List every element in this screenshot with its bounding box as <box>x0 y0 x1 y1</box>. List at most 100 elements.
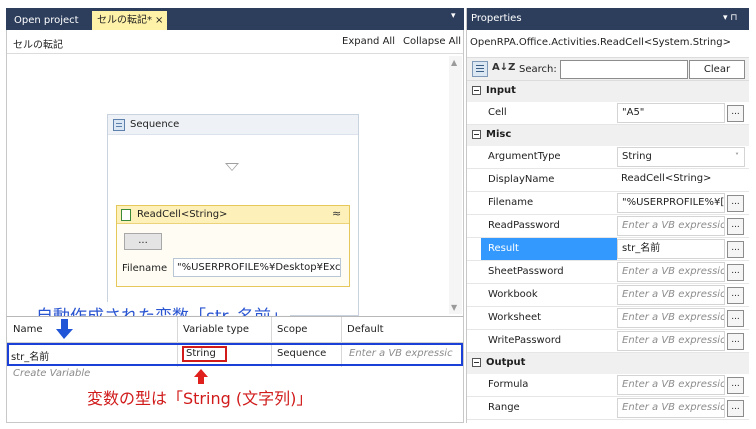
variables-grid: Name Variable type Scope Default str_名前 … <box>6 316 464 423</box>
result-value-input[interactable]: str_名前 <box>617 239 725 259</box>
variables-header-row: Name Variable type Scope Default <box>7 317 463 343</box>
write-password-input[interactable]: Enter a VB expressio <box>617 331 725 351</box>
argument-type-select[interactable]: String ˅ <box>617 147 745 167</box>
tab-active-label: セルの転記* <box>97 15 152 26</box>
property-row-filename[interactable]: Filename "%USERPROFILE%¥[ ... <box>467 192 749 215</box>
workbook-input[interactable]: Enter a VB expressio <box>617 285 725 305</box>
write-password-expression-button[interactable]: ... <box>727 333 744 350</box>
close-icon[interactable]: × <box>155 15 163 26</box>
property-row-result[interactable]: Result str_名前 ... <box>467 238 749 261</box>
property-name: Worksheet <box>488 312 542 323</box>
cell-value-input[interactable]: "A5" <box>617 103 725 123</box>
excel-icon <box>121 209 131 221</box>
scroll-up-icon[interactable]: ▲ <box>451 58 457 67</box>
category-misc[interactable]: Misc <box>467 125 749 146</box>
table-row[interactable]: str_名前 String Sequence Enter a VB expres… <box>7 343 463 366</box>
collapse-icon[interactable] <box>472 130 481 139</box>
read-password-expression-button[interactable]: ... <box>727 218 744 235</box>
property-name: WritePassword <box>488 335 562 346</box>
result-expression-button[interactable]: ... <box>727 241 744 258</box>
range-expression-button[interactable]: ... <box>727 400 744 417</box>
properties-toolbar: A↓Z Search: Clear <box>467 57 749 81</box>
variable-type-cell[interactable]: String <box>186 348 216 359</box>
property-name: ArgumentType <box>488 151 561 162</box>
property-name: Filename <box>488 197 534 208</box>
argument-type-value: String <box>622 151 652 162</box>
filename-input[interactable]: "%USERPROFILE%¥Desktop¥Exc <box>173 258 341 277</box>
create-variable-row[interactable]: Create Variable <box>13 368 90 379</box>
clear-search-button[interactable]: Clear <box>689 60 745 79</box>
workbook-expression-button[interactable]: ... <box>727 287 744 304</box>
property-row-formula[interactable]: Formula Enter a VB expressio ... <box>467 374 749 397</box>
sequence-title: Sequence <box>130 119 180 130</box>
property-row-worksheet[interactable]: Worksheet Enter a VB expressio ... <box>467 307 749 330</box>
annotation-variable-type: 変数の型は「String (文字列)」 <box>87 389 313 408</box>
column-header-scope[interactable]: Scope <box>277 324 307 335</box>
designer-header: セルの転記 Expand All Collapse All <box>7 30 463 54</box>
worksheet-input[interactable]: Enter a VB expressio <box>617 308 725 328</box>
property-row-cell[interactable]: Cell "A5" ... <box>467 102 749 125</box>
property-row-argumenttype[interactable]: ArgumentType String ˅ <box>467 146 749 169</box>
variable-scope-cell[interactable]: Sequence <box>277 348 326 359</box>
category-output[interactable]: Output <box>467 353 749 374</box>
column-header-variable-type[interactable]: Variable type <box>183 324 249 335</box>
activity-type-name: OpenRPA.Office.Activities.ReadCell<Syste… <box>470 37 731 48</box>
column-header-default[interactable]: Default <box>347 324 384 335</box>
drop-target-arrow-icon <box>225 163 239 171</box>
category-label: Output <box>486 357 526 368</box>
collapse-all-link[interactable]: Collapse All <box>403 36 461 47</box>
property-name: Range <box>488 402 520 413</box>
property-name: Workbook <box>488 289 538 300</box>
worksheet-expression-button[interactable]: ... <box>727 310 744 327</box>
display-name-input[interactable]: ReadCell<String> <box>617 170 745 190</box>
formula-input[interactable]: Enter a VB expressio <box>617 375 725 395</box>
browse-file-button[interactable]: ... <box>124 233 162 250</box>
designer-scrollbar[interactable]: ▲ ▼ <box>449 56 462 314</box>
column-header-name[interactable]: Name <box>13 324 43 335</box>
property-row-readpassword[interactable]: ReadPassword Enter a VB expressio ... <box>467 215 749 238</box>
properties-title-bar: Properties ▾ ⊓ <box>467 8 749 30</box>
sequence-activity[interactable]: Sequence ReadCell<String> ≈ ... Filename… <box>107 114 359 316</box>
collapse-icon[interactable] <box>472 358 481 367</box>
sheet-password-input[interactable]: Enter a VB expressio <box>617 262 725 282</box>
range-input[interactable]: Enter a VB expressio <box>617 398 725 418</box>
read-password-input[interactable]: Enter a VB expressio <box>617 216 725 236</box>
filename-expression-button[interactable]: ... <box>727 195 744 212</box>
property-name: ReadPassword <box>488 220 560 231</box>
property-row-sheetpassword[interactable]: SheetPassword Enter a VB expressio ... <box>467 261 749 284</box>
cell-expression-button[interactable]: ... <box>727 105 744 122</box>
sequence-header: Sequence <box>108 115 358 135</box>
readcell-header: ReadCell<String> ≈ <box>117 206 349 224</box>
breadcrumb[interactable]: セルの転記 <box>13 36 63 51</box>
expand-all-link[interactable]: Expand All <box>342 36 395 47</box>
pin-icon[interactable]: ▾ ⊓ <box>723 13 737 23</box>
tab-open-project[interactable]: Open project <box>9 11 84 30</box>
category-input[interactable]: Input <box>467 81 749 102</box>
property-row-workbook[interactable]: Workbook Enter a VB expressio ... <box>467 284 749 307</box>
property-search-input[interactable] <box>560 60 688 79</box>
properties-pane: Properties ▾ ⊓ OpenRPA.Office.Activities… <box>466 8 749 423</box>
sort-alphabetical-icon[interactable]: A↓Z <box>492 62 515 73</box>
scroll-down-icon[interactable]: ▼ <box>451 303 457 312</box>
tab-active-workflow[interactable]: セルの転記* × <box>92 11 168 30</box>
collapse-icon[interactable] <box>472 86 481 95</box>
property-row-displayname[interactable]: DisplayName ReadCell<String> <box>467 169 749 192</box>
tab-dropdown-icon[interactable]: ▾ <box>451 11 456 21</box>
categorized-view-icon[interactable] <box>472 61 488 77</box>
property-row-writepassword[interactable]: WritePassword Enter a VB expressio ... <box>467 330 749 353</box>
property-row-range[interactable]: Range Enter a VB expressio ... <box>467 397 749 420</box>
property-name: SheetPassword <box>488 266 564 277</box>
readcell-activity[interactable]: ReadCell<String> ≈ ... Filename "%USERPR… <box>116 205 350 287</box>
property-name: Formula <box>488 379 529 390</box>
search-label: Search: <box>519 64 557 75</box>
variable-default-cell[interactable]: Enter a VB expressic <box>349 348 453 359</box>
formula-expression-button[interactable]: ... <box>727 377 744 394</box>
variable-name-cell[interactable]: str_名前 <box>11 348 49 363</box>
collapse-chevron-icon[interactable]: ≈ <box>332 207 341 220</box>
property-name: Cell <box>488 107 507 118</box>
category-label: Misc <box>486 129 512 140</box>
app-window: Open project セルの転記* × ▾ セルの転記 Expand All … <box>6 8 749 423</box>
sheet-password-expression-button[interactable]: ... <box>727 264 744 281</box>
properties-title: Properties <box>471 13 522 24</box>
filename-value-input[interactable]: "%USERPROFILE%¥[ <box>617 193 725 213</box>
